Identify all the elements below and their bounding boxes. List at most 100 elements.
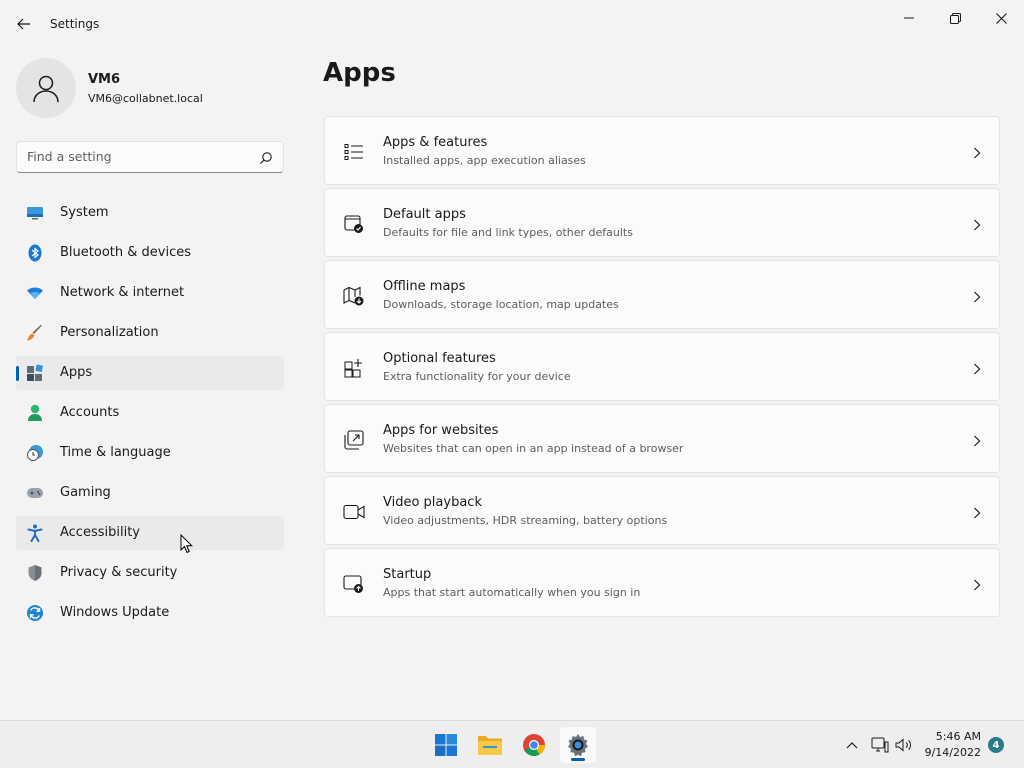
card-title: Default apps xyxy=(383,207,466,222)
card-title: Offline maps xyxy=(383,279,466,294)
minimize-button[interactable] xyxy=(886,4,932,32)
card-subtitle: Defaults for file and link types, other … xyxy=(383,226,633,239)
close-button[interactable] xyxy=(978,4,1024,32)
network-tray-button[interactable] xyxy=(870,735,890,755)
chevron-right-icon xyxy=(973,576,981,595)
map-icon xyxy=(343,285,365,307)
sidebar-item-label: Accessibility xyxy=(60,525,140,540)
sidebar-item-accessibility[interactable]: Accessibility xyxy=(16,516,284,550)
search-icon[interactable] xyxy=(259,150,273,169)
apps-icon xyxy=(26,364,44,382)
sidebar-item-label: Privacy & security xyxy=(60,565,178,580)
volume-tray-button[interactable] xyxy=(894,735,914,755)
window-title: Settings xyxy=(50,17,100,31)
sidebar-item-system[interactable]: System xyxy=(16,196,284,230)
card-apps-features[interactable]: Apps & features Installed apps, app exec… xyxy=(324,116,1000,185)
sidebar-item-privacy-security[interactable]: Privacy & security xyxy=(16,556,284,590)
card-subtitle: Websites that can open in an app instead… xyxy=(383,442,684,455)
close-icon xyxy=(995,12,1007,24)
card-offline-maps[interactable]: Offline maps Downloads, storage location… xyxy=(324,260,1000,329)
clock-time[interactable]: 5:46 AM xyxy=(921,730,981,743)
sidebar-item-label: System xyxy=(60,205,109,220)
network-status-icon xyxy=(871,737,889,753)
sidebar-item-accounts[interactable]: Accounts xyxy=(16,396,284,430)
time-language-icon xyxy=(26,444,44,462)
windows-start-icon xyxy=(435,734,457,756)
shield-icon xyxy=(26,564,44,582)
sidebar-item-gaming[interactable]: Gaming xyxy=(16,476,284,510)
selected-indicator xyxy=(16,366,19,381)
chevron-right-icon xyxy=(973,216,981,235)
volume-icon xyxy=(895,738,911,752)
user-profile[interactable]: VM6 VM6@collabnet.local xyxy=(16,58,276,118)
sidebar-nav: System Bluetooth & devices Network & int… xyxy=(16,196,284,636)
sidebar-item-label: Personalization xyxy=(60,325,159,340)
chevron-right-icon xyxy=(973,144,981,163)
card-optional-features[interactable]: Optional features Extra functionality fo… xyxy=(324,332,1000,401)
card-subtitle: Apps that start automatically when you s… xyxy=(383,586,641,599)
show-hidden-icons-button[interactable] xyxy=(842,735,862,755)
video-icon xyxy=(343,501,365,523)
settings-gear-icon xyxy=(568,734,588,757)
card-title: Video playback xyxy=(383,495,482,510)
chevron-right-icon xyxy=(973,504,981,523)
chevron-right-icon xyxy=(973,432,981,451)
back-arrow-icon xyxy=(17,18,30,30)
card-title: Optional features xyxy=(383,351,496,366)
restore-icon xyxy=(949,12,961,24)
sidebar-item-bluetooth[interactable]: Bluetooth & devices xyxy=(16,236,284,270)
card-subtitle: Extra functionality for your device xyxy=(383,370,571,383)
chrome-icon xyxy=(523,734,545,756)
open-external-icon xyxy=(343,429,365,451)
back-button[interactable] xyxy=(12,12,36,36)
taskbar-settings[interactable] xyxy=(560,727,596,763)
network-icon xyxy=(26,284,44,302)
card-startup[interactable]: Startup Apps that start automatically wh… xyxy=(324,548,1000,617)
list-icon xyxy=(343,141,365,163)
user-icon xyxy=(33,75,59,103)
startup-icon xyxy=(343,573,365,595)
sidebar-item-label: Time & language xyxy=(60,445,171,460)
brush-icon xyxy=(26,324,44,342)
sidebar-item-label: Windows Update xyxy=(60,605,170,620)
card-subtitle: Video adjustments, HDR streaming, batter… xyxy=(383,514,668,527)
chevron-up-icon xyxy=(846,742,858,749)
restore-button[interactable] xyxy=(932,4,978,32)
gamepad-icon xyxy=(26,484,44,502)
page-title: Apps xyxy=(323,58,396,88)
sidebar-item-label: Bluetooth & devices xyxy=(60,245,191,260)
avatar xyxy=(16,58,76,118)
taskbar-file-explorer[interactable] xyxy=(472,727,508,763)
card-subtitle: Installed apps, app execution aliases xyxy=(383,154,586,167)
search-box[interactable] xyxy=(16,141,284,173)
default-apps-icon xyxy=(343,213,365,235)
sidebar-item-apps[interactable]: Apps xyxy=(16,356,284,390)
card-apps-for-websites[interactable]: Apps for websites Websites that can open… xyxy=(324,404,1000,473)
notification-badge[interactable]: 4 xyxy=(988,737,1004,753)
profile-email: VM6@collabnet.local xyxy=(88,92,203,105)
sidebar-item-label: Gaming xyxy=(60,485,111,500)
sidebar-item-network[interactable]: Network & internet xyxy=(16,276,284,310)
sidebar-item-label: Network & internet xyxy=(60,285,185,300)
card-default-apps[interactable]: Default apps Defaults for file and link … xyxy=(324,188,1000,257)
system-icon xyxy=(26,204,44,222)
accessibility-icon xyxy=(26,524,44,542)
sidebar-item-windows-update[interactable]: Windows Update xyxy=(16,596,284,630)
chevron-right-icon xyxy=(973,288,981,307)
sidebar-item-time-language[interactable]: Time & language xyxy=(16,436,284,470)
file-explorer-icon xyxy=(478,736,502,755)
card-subtitle: Downloads, storage location, map updates xyxy=(383,298,619,311)
profile-name: VM6 xyxy=(88,72,121,87)
taskbar-start-button[interactable] xyxy=(428,727,464,763)
title-bar: Settings xyxy=(0,0,1024,48)
accounts-icon xyxy=(26,404,44,422)
mouse-cursor-icon xyxy=(180,533,193,558)
taskbar: 5:46 AM 9/14/2022 4 xyxy=(0,720,1024,768)
card-title: Apps for websites xyxy=(383,423,499,438)
sidebar-item-personalization[interactable]: Personalization xyxy=(16,316,284,350)
taskbar-chrome[interactable] xyxy=(516,727,552,763)
clock-date[interactable]: 9/14/2022 xyxy=(921,746,981,759)
search-input[interactable] xyxy=(27,149,247,164)
windows-update-icon xyxy=(26,604,44,622)
card-video-playback[interactable]: Video playback Video adjustments, HDR st… xyxy=(324,476,1000,545)
